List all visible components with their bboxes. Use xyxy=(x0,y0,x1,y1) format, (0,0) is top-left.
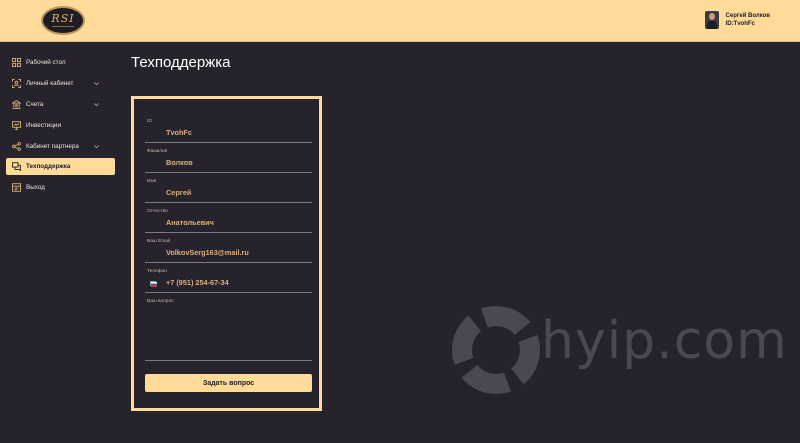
sidebar-item-label: Счета xyxy=(26,100,44,108)
user-id: ID:TvohFc xyxy=(725,21,755,27)
field-label: Телефон xyxy=(147,269,167,274)
ask-question-button[interactable]: Задать вопрос xyxy=(145,374,312,392)
sidebar-item-logout[interactable]: Выход xyxy=(6,179,115,196)
share-network-icon xyxy=(12,141,21,151)
field-label: Ваш вопрос: xyxy=(147,299,175,304)
phone-field[interactable]: Телефон +7 (951) 254-67-34 xyxy=(145,266,312,293)
field-value: TvohFc xyxy=(166,128,192,137)
field-value: Волков xyxy=(166,158,193,167)
logo-text: RSI xyxy=(51,12,75,25)
brand-logo[interactable]: RSI xyxy=(41,6,85,35)
avatar[interactable] xyxy=(704,11,719,29)
sidebar-item-dashboard[interactable]: Рабочий стол xyxy=(6,54,115,71)
id-field[interactable]: ID TvohFc xyxy=(145,116,312,143)
russia-flag-icon[interactable] xyxy=(150,281,157,287)
email-field[interactable]: Ваш Email VolkovSerg163@mail.ru xyxy=(145,236,312,263)
field-label: Фамилия xyxy=(147,149,168,154)
support-chat-icon xyxy=(12,162,21,172)
user-profile[interactable]: Сергей Волков ID:TvohFc xyxy=(704,11,770,29)
sidebar-item-label: Личный кабинет xyxy=(26,79,74,87)
sidebar-item-investments[interactable]: Инвестиции xyxy=(6,117,115,134)
patronymic-field[interactable]: Отчество Анатольевич xyxy=(145,206,312,233)
bank-icon xyxy=(12,99,21,109)
top-header: RSI Сергей Волков ID:TvohFc xyxy=(0,0,800,42)
support-form: ID TvohFc Фамилия Волков Имя Сергей Отче… xyxy=(131,96,322,411)
sidebar-nav: Рабочий стол Личный кабинет Счета Инвест… xyxy=(6,54,115,200)
sidebar-item-support[interactable]: Техподдержка xyxy=(6,158,115,176)
sidebar-item-partner-cabinet[interactable]: Кабинет партнера xyxy=(6,138,115,155)
page-title: Техподдержка xyxy=(131,54,231,71)
field-label: Ваш Email xyxy=(147,239,171,244)
sidebar-item-label: Инвестиции xyxy=(26,121,61,129)
sidebar-item-label: Техподдержка xyxy=(26,163,71,171)
hyip-logo-icon xyxy=(452,306,540,394)
field-label: Отчество xyxy=(147,209,168,214)
chevron-down-icon[interactable] xyxy=(93,101,100,108)
field-value: VolkovSerg163@mail.ru xyxy=(166,248,249,257)
field-label: Имя xyxy=(147,179,157,184)
monitor-chart-icon xyxy=(12,120,21,130)
question-textarea[interactable]: Ваш вопрос: xyxy=(145,296,312,361)
sidebar-item-label: Кабинет партнера xyxy=(26,142,79,150)
watermark-text: hyip.com xyxy=(541,311,788,371)
sidebar-item-label: Рабочий стол xyxy=(26,59,66,66)
last-name-field[interactable]: Фамилия Волков xyxy=(145,146,312,173)
user-name: Сергей Волков xyxy=(725,13,770,19)
first-name-field[interactable]: Имя Сергей xyxy=(145,176,312,203)
chevron-down-icon[interactable] xyxy=(93,80,100,87)
dashboard-icon xyxy=(12,58,21,67)
sidebar-item-personal-cabinet[interactable]: Личный кабинет xyxy=(6,75,115,92)
field-label: ID xyxy=(147,119,152,124)
field-value: Сергей xyxy=(166,188,192,197)
logo-underline xyxy=(52,26,74,28)
sidebar-item-accounts[interactable]: Счета xyxy=(6,96,115,113)
exit-icon xyxy=(12,183,21,193)
field-value: Анатольевич xyxy=(166,218,214,227)
field-value: +7 (951) 254-67-34 xyxy=(166,278,229,287)
hyip-watermark: hyip.com xyxy=(450,304,787,396)
sidebar-item-label: Выход xyxy=(26,184,45,192)
chevron-down-icon[interactable] xyxy=(93,143,100,150)
user-scan-icon xyxy=(12,78,21,88)
